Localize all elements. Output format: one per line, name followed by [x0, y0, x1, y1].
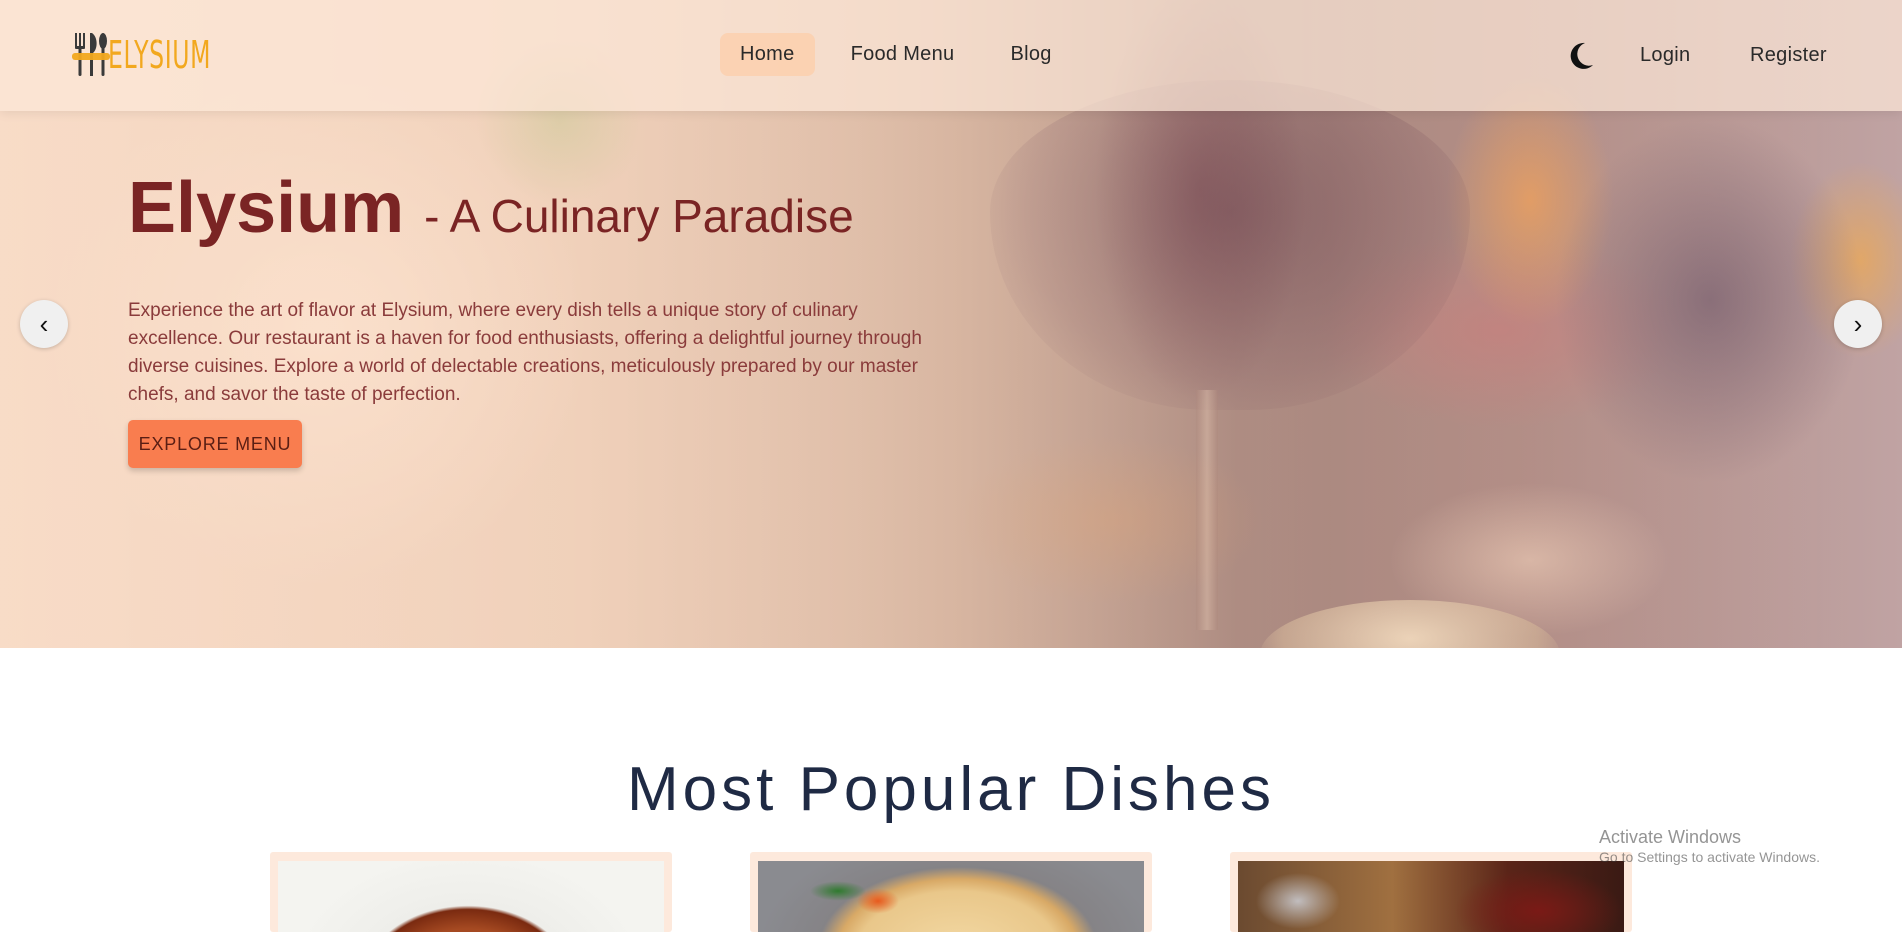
chevron-right-icon: › [1853, 309, 1863, 339]
hero-brand: Elysium [128, 168, 405, 248]
logo-text: ELYSIUM [108, 33, 212, 77]
hero-tagline: - A Culinary Paradise [424, 190, 854, 242]
chevron-left-icon: ‹ [39, 309, 49, 339]
section-title: Most Popular Dishes [626, 755, 1276, 825]
activate-title: Activate Windows [1599, 827, 1742, 847]
dish-image [758, 861, 1144, 932]
explore-menu-button[interactable]: EXPLORE MENU [128, 420, 302, 468]
activate-subtitle: Go to Settings to activate Windows. [1599, 849, 1820, 865]
dish-image [1238, 861, 1624, 932]
dish-card[interactable] [750, 852, 1152, 932]
nav-home[interactable]: Home [720, 33, 815, 76]
hero-title: Elysium - A Culinary Paradise [128, 172, 854, 244]
login-link[interactable]: Login [1630, 43, 1700, 67]
nav-food-menu[interactable]: Food Menu [831, 33, 975, 76]
dish-card[interactable] [1230, 852, 1632, 932]
carousel-next-button[interactable]: › [1834, 300, 1882, 348]
dish-image [278, 861, 664, 932]
nav-blog[interactable]: Blog [990, 33, 1071, 76]
hero-description: Experience the art of flavor at Elysium,… [128, 300, 922, 405]
moon-icon[interactable] [1568, 41, 1594, 71]
logo[interactable]: ELYSIUM [72, 30, 274, 80]
dish-card[interactable] [270, 852, 672, 932]
carousel-prev-button[interactable]: ‹ [20, 300, 68, 348]
main-nav: Home Food Menu Blog [720, 33, 1072, 76]
activate-windows-watermark: Activate Windows Go to Settings to activ… [1599, 826, 1820, 866]
register-link[interactable]: Register [1740, 43, 1837, 67]
navbar: ELYSIUM Home Food Menu Blog Login Regist… [0, 0, 1902, 111]
cutlery-logo-icon [72, 31, 110, 79]
